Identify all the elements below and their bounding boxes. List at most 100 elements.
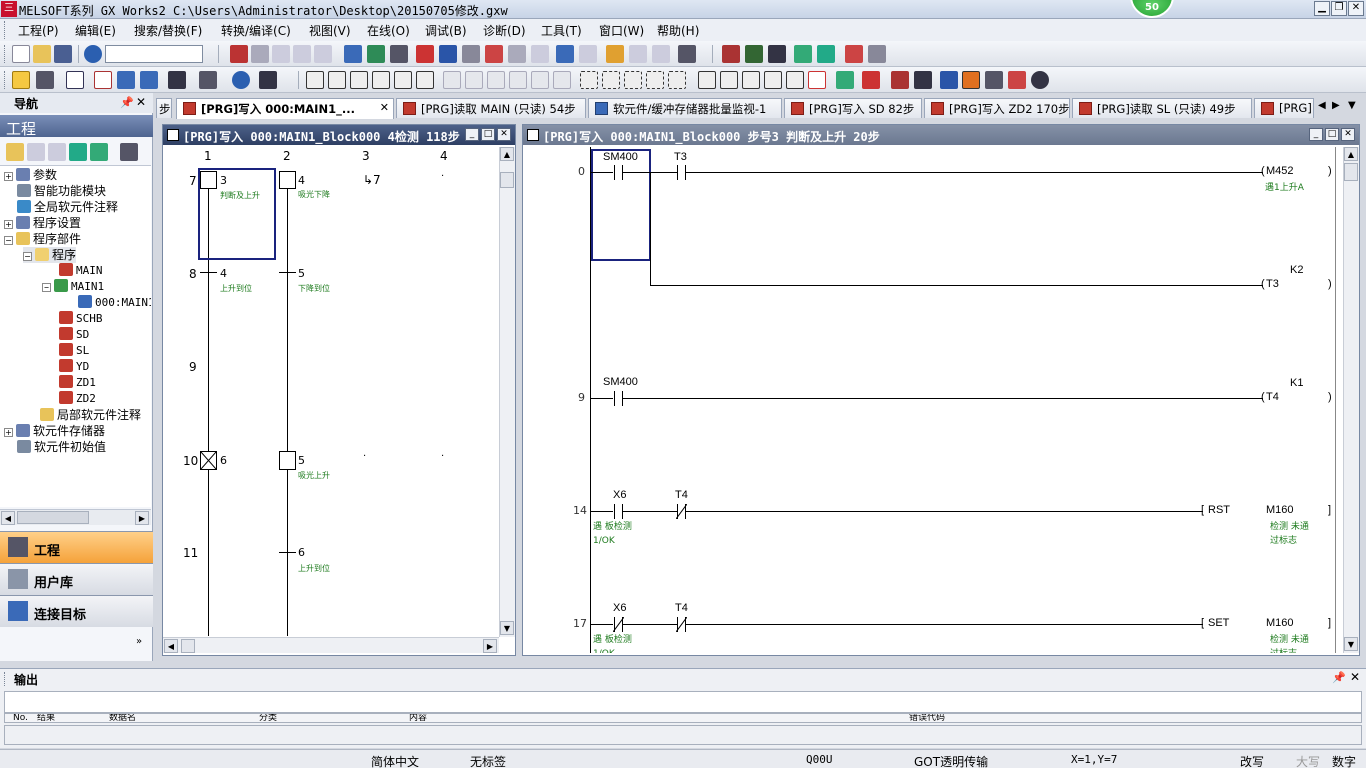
operand-m160[interactable]: M160 [1266,617,1294,629]
project-view-icon[interactable] [12,71,30,89]
contact-sm400[interactable]: SM400 [603,151,638,163]
output-pin-icon[interactable]: 📌 [1332,671,1346,684]
paste-icon[interactable] [272,45,290,63]
ladder-close-button[interactable]: ✕ [1341,128,1355,141]
zoom-out-icon[interactable] [1008,71,1026,89]
verify-icon[interactable] [462,45,480,63]
tree-item-device-init[interactable]: 软元件初始值 [17,439,106,455]
af9-icon[interactable] [764,71,782,89]
ladder-minimize-button[interactable]: _ [1309,128,1323,141]
tree-item-program-setting[interactable]: + 程序设置 [4,215,81,231]
expand-icon[interactable]: + [4,428,13,437]
menu-online[interactable]: 在线(O) [367,22,410,39]
f6-step-icon[interactable] [465,71,483,89]
tab-close-icon[interactable]: ✕ [380,101,389,114]
coil-t4[interactable]: T4 [1266,391,1279,403]
expand-icon[interactable]: + [4,172,13,181]
output-col-content[interactable]: 内容 [409,714,427,722]
device-list-icon[interactable] [390,45,408,63]
output-col-no[interactable]: No. [13,714,28,722]
display-icon[interactable] [678,45,696,63]
menu-window[interactable]: 窗口(W) [599,22,644,39]
paste-data-icon[interactable] [48,143,66,161]
monitor-stop-icon[interactable] [508,45,526,63]
toolbar-grip[interactable] [4,71,7,89]
undo-icon[interactable] [293,45,311,63]
scroll-down-icon[interactable]: ▼ [1344,637,1358,651]
scroll-thumb[interactable] [1344,163,1358,181]
ladder-insert-icon[interactable] [722,45,740,63]
af7-icon[interactable] [720,71,738,89]
device-test-icon[interactable] [556,45,574,63]
simulation-icon[interactable] [606,45,624,63]
toolbar-combo[interactable] [105,45,203,63]
tree-item-zd1[interactable]: ZD1 [59,375,96,391]
ladder-mode-icon[interactable] [962,71,980,89]
f5-step-icon[interactable] [443,71,461,89]
monitor-write-icon[interactable] [531,45,549,63]
scroll-right-icon[interactable]: ▶ [483,639,497,653]
scroll-up-icon[interactable]: ▲ [500,147,514,161]
sfc-hscroll[interactable]: ◀ ▶ [163,637,499,653]
ladder-delete-icon[interactable] [745,45,763,63]
output-col-errorcode[interactable]: 错误代码 [909,714,945,722]
scroll-right-icon[interactable]: ▶ [135,511,149,525]
menu-edit[interactable]: 编辑(E) [75,22,116,39]
tab-main-read[interactable]: [PRG]读取 MAIN (只读) 54步 [396,98,586,118]
tab-sl-read[interactable]: [PRG]读取 SL (只读) 49步 [1072,98,1252,118]
menu-debug[interactable]: 调试(B) [425,22,467,39]
refresh-icon[interactable] [90,143,108,161]
device-view-icon[interactable] [367,45,385,63]
tab-prev-icon[interactable]: ◀ [1318,100,1326,111]
scroll-down-icon[interactable]: ▼ [500,621,514,635]
search-icon[interactable] [1031,71,1049,89]
ladder-cursor[interactable] [591,149,651,261]
sfc-vscroll[interactable]: ▲ ▼ [499,147,515,637]
copy-icon[interactable] [251,45,269,63]
collapse-icon[interactable]: − [4,236,13,245]
dev-edit-icon[interactable] [117,71,135,89]
tree-item-main1[interactable]: − MAIN1 [42,279,104,295]
c1-icon[interactable] [580,71,598,89]
instruction-set[interactable]: SET [1208,617,1229,629]
ladder-line-icon[interactable] [768,45,786,63]
open-icon[interactable] [33,45,51,63]
statement-icon[interactable] [914,71,932,89]
monitor-icon[interactable] [485,45,503,63]
output-col-result[interactable]: 结果 [37,714,55,722]
collapse-icon[interactable]: − [42,283,51,292]
output-col-dataname[interactable]: 数据名 [109,714,136,722]
menu-convert[interactable]: 转换/编译(C) [221,22,291,39]
sfc-maximize-button[interactable]: □ [481,128,495,141]
af10-icon[interactable] [786,71,804,89]
f5-contact-icon[interactable] [306,71,324,89]
f7-coil-icon[interactable] [394,71,412,89]
nav-close-icon[interactable]: ✕ [136,95,146,109]
redo-icon[interactable] [314,45,332,63]
sfc-close-button[interactable]: ✕ [497,128,511,141]
contact-sm400[interactable]: SM400 [603,376,638,388]
contact-x6[interactable]: X6 [613,489,626,501]
zoom-icon[interactable] [836,71,854,89]
dev-view-icon[interactable] [94,71,112,89]
sfc-step-3[interactable] [200,171,217,189]
menu-tools[interactable]: 工具(T) [541,22,582,39]
sfc-step-6-end[interactable] [200,451,217,470]
tab-scroll-prev[interactable]: 步 [156,98,172,118]
ladder-enter-icon[interactable] [794,45,812,63]
dev-ccl-icon[interactable] [140,71,158,89]
contact-t4-nc[interactable]: T4 [675,489,688,501]
close-button[interactable]: ✕ [1348,1,1364,16]
toolbar-grip[interactable] [4,45,7,63]
sfc-transition-6[interactable] [279,552,296,553]
tree-item-sl[interactable]: SL [59,343,89,359]
scroll-left-icon[interactable]: ◀ [1,511,15,525]
help2-icon[interactable] [232,71,250,89]
menu-grip[interactable] [4,21,7,39]
c2-icon[interactable] [602,71,620,89]
new-icon[interactable] [12,45,30,63]
scroll-up-icon[interactable]: ▲ [1344,147,1358,161]
menu-diagnose[interactable]: 诊断(D) [483,22,526,39]
ladder-vscroll[interactable]: ▲ ▼ [1343,147,1359,653]
trace-stop-icon[interactable] [868,45,886,63]
